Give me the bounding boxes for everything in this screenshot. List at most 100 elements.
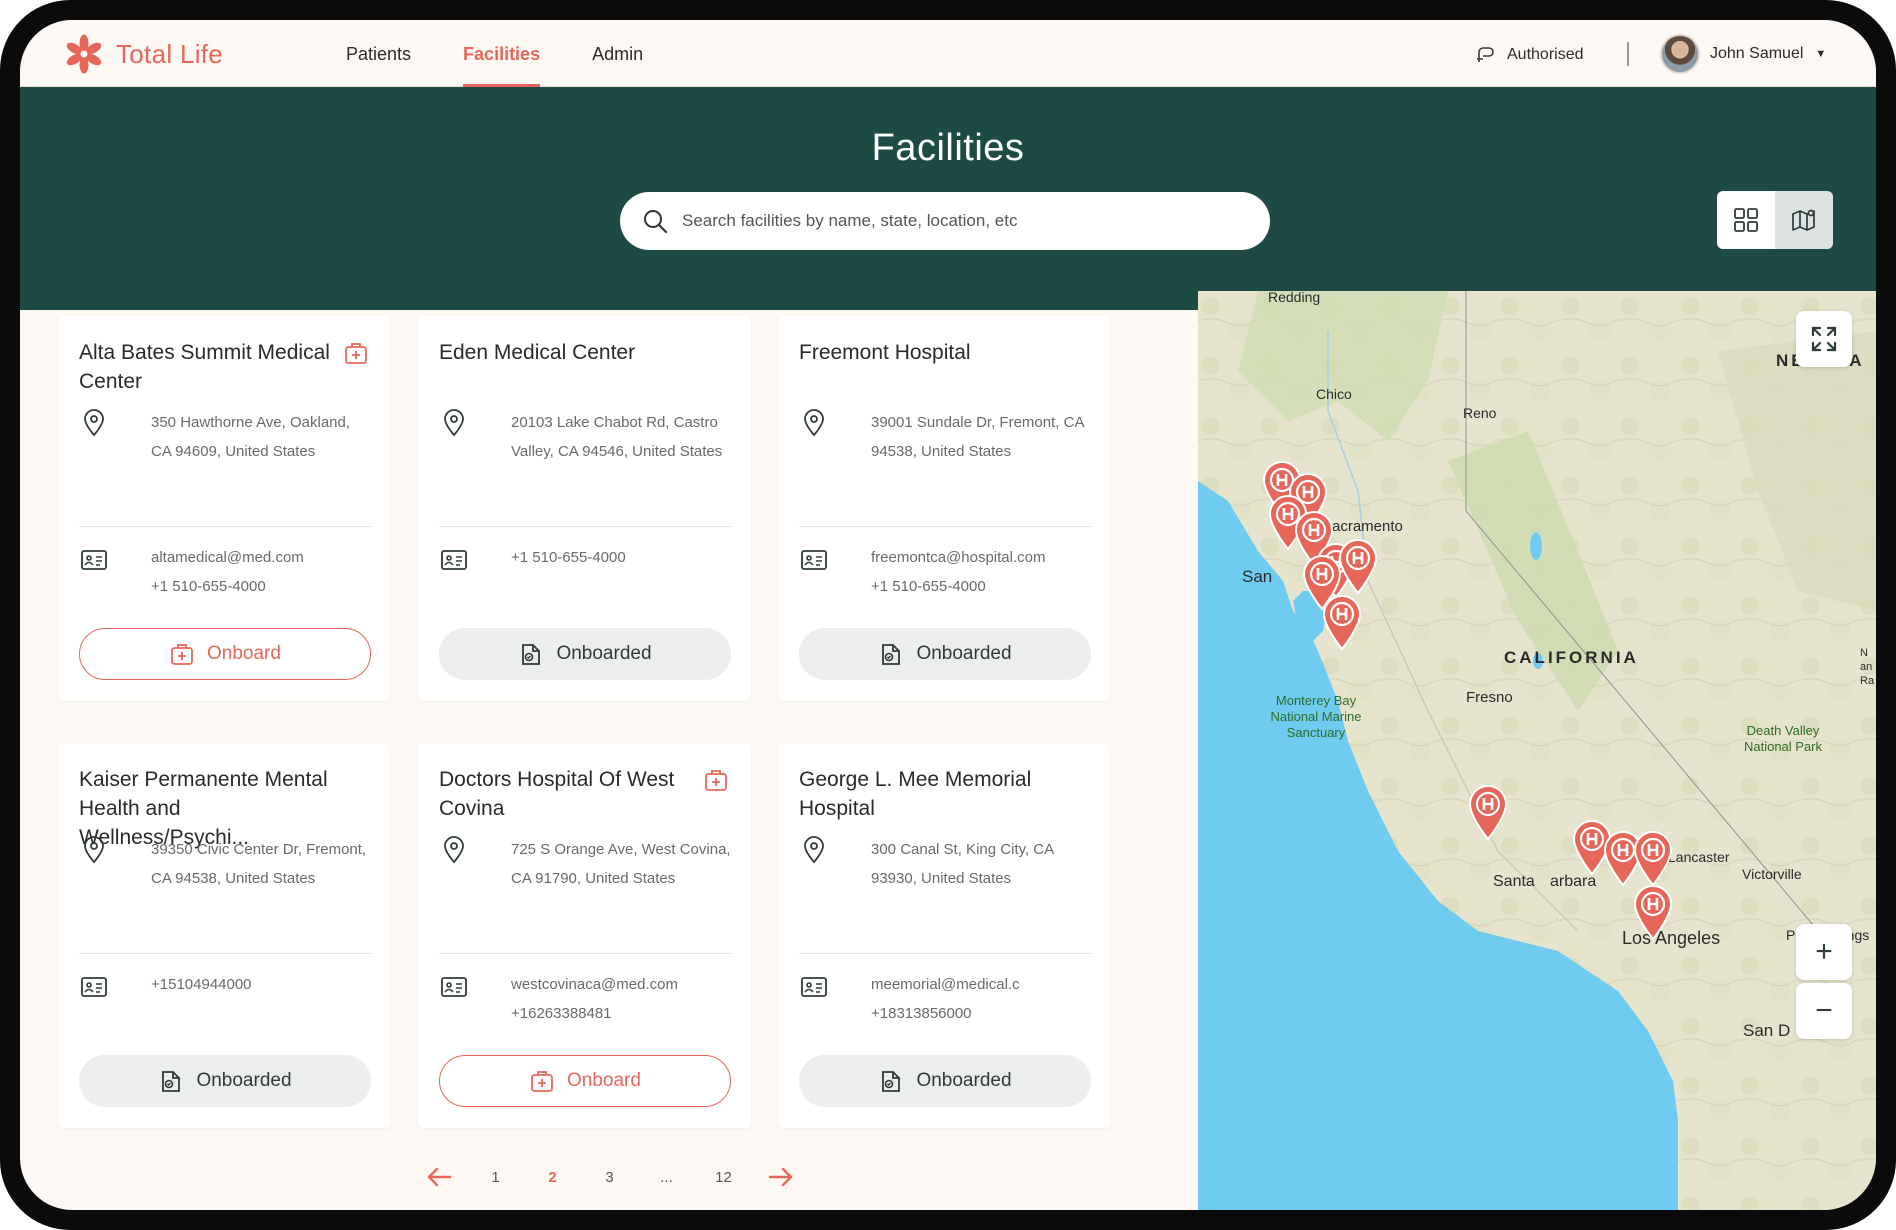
hospital-map-pin-icon[interactable] [1631,829,1675,887]
facility-card[interactable]: Doctors Hospital Of West Covina 725 S Or… [418,743,751,1128]
app-logo[interactable]: Total Life [62,32,223,76]
main-nav: Patients Facilities Admin [320,20,669,87]
expand-icon [1811,326,1837,352]
onboarded-document-icon [522,644,541,665]
map-label-monterey: Monterey Bay National Marine Sanctuary [1270,693,1362,740]
location-icon [439,835,469,865]
search-bar [620,192,1270,250]
page-3[interactable]: 3 [581,1169,638,1186]
onboard-button[interactable]: Onboard [79,628,371,680]
contact-card-icon [441,977,467,997]
card-divider [79,526,371,527]
onboarded-document-icon [162,1071,181,1092]
contact-card-icon [441,550,467,570]
onboard-button[interactable]: Onboard [439,1055,731,1107]
onboarded-button[interactable]: Onboarded [439,628,731,680]
map-label-san-francisco: San [1242,567,1273,586]
onboarded-button[interactable]: Onboarded [79,1055,371,1107]
map-label-chico: Chico [1316,386,1352,402]
facility-contact: freemontca@hospital.com +1 510-655-4000 [871,543,1091,601]
page-12[interactable]: 12 [695,1169,752,1186]
contact-card-icon [81,550,107,570]
nav-admin[interactable]: Admin [566,20,669,87]
grid-view-button[interactable] [1717,191,1775,249]
authorised-icon [1477,47,1494,62]
facility-card[interactable]: Kaiser Permanente Mental Health and Well… [58,743,391,1128]
pagination: 1 2 3 ... 12 [410,1166,809,1188]
medical-bag-icon [529,1068,555,1094]
facility-phone: +16263388481 [511,1005,612,1022]
map-view-button[interactable] [1775,191,1833,249]
zoom-in-button[interactable]: + [1796,924,1852,980]
search-input[interactable] [682,211,1242,231]
nav-patients[interactable]: Patients [320,20,437,87]
card-divider [799,953,1091,954]
button-label: Onboarded [556,643,652,664]
authorised-label: Authorised [1507,46,1584,63]
location-pin-icon [444,409,464,437]
card-divider [799,526,1091,527]
view-toggle [1717,191,1833,249]
nav-facilities[interactable]: Facilities [437,20,566,87]
facility-card[interactable]: Alta Bates Summit Medical Center 350 Haw… [58,316,391,701]
facility-phone: +18313856000 [871,1005,972,1022]
map-label-lancaster: Lancaster [1668,849,1730,865]
facility-card[interactable]: Freemont Hospital 39001 Sundale Dr, Frem… [778,316,1111,701]
facility-phone: +1 510-655-4000 [151,578,266,595]
document-check-icon [878,1068,904,1094]
facilities-map[interactable]: Redding Chico Reno NEVADA Sacramento San… [1198,291,1876,1210]
page-ellipsis: ... [660,1168,673,1186]
map-label-santa-barbara: Santa [1493,873,1535,890]
medical-bag-icon [171,644,193,665]
contact-icon [799,972,829,1002]
contact-card-icon [801,550,827,570]
button-label: Onboard [207,643,281,664]
location-icon [439,408,469,438]
onboarded-document-icon [882,1071,901,1092]
location-pin-icon [84,409,104,437]
medical-bag-icon [531,1071,553,1092]
user-menu[interactable]: John Samuel ▼ [1660,34,1826,74]
facility-address: 39001 Sundale Dr, Fremont, CA 94538, Uni… [871,414,1084,460]
hospital-map-pin-icon[interactable] [1320,593,1364,651]
facility-address: 39350 Civic Center Dr, Fremont, CA 94538… [151,841,367,887]
authorised-status[interactable]: Authorised [1475,44,1584,66]
medical-bag-icon [705,770,727,791]
location-icon [799,408,829,438]
page-2[interactable]: 2 [524,1169,581,1186]
zoom-out-button[interactable]: − [1796,983,1852,1039]
onboarded-button[interactable]: Onboarded [799,628,1091,680]
facility-contact: +15104944000 [151,970,371,999]
facility-phone: +1 510-655-4000 [871,578,986,595]
contact-icon [79,545,109,575]
onboarded-button[interactable]: Onboarded [799,1055,1091,1107]
map-label-reno: Reno [1463,405,1497,421]
map-label-redding: Redding [1268,291,1321,305]
facility-card[interactable]: Eden Medical Center 20103 Lake Chabot Rd… [418,316,751,701]
facility-email: altamedical@med.com [151,549,304,566]
facility-card[interactable]: George L. Mee Memorial Hospital 300 Cana… [778,743,1111,1128]
contact-card-icon [81,977,107,997]
page-1[interactable]: 1 [467,1169,524,1186]
contact-icon [79,972,109,1002]
document-check-icon [878,641,904,667]
flower-logo-icon [66,34,102,74]
user-name: John Samuel [1710,45,1804,62]
facility-address: 350 Hawthorne Ave, Oakland, CA 94609, Un… [151,414,351,460]
map-view-icon [1792,209,1815,231]
onboarded-document-icon [882,644,901,665]
hospital-map-pin-icon[interactable] [1466,783,1510,841]
next-page-button[interactable] [752,1166,809,1188]
map-fullscreen-button[interactable] [1796,311,1852,367]
button-label: Onboard [567,1070,641,1091]
document-check-icon [158,1068,184,1094]
prev-page-button[interactable] [410,1166,467,1188]
hospital-map-pin-icon[interactable] [1631,883,1675,941]
facility-email: freemontca@hospital.com [871,549,1046,566]
card-divider [439,953,731,954]
facility-name: Doctors Hospital Of West Covina [439,768,675,820]
facility-contact: westcovinaca@med.com +16263388481 [511,970,731,1028]
facility-address: 20103 Lake Chabot Rd, Castro Valley, CA … [511,414,723,460]
contact-icon [799,545,829,575]
map-label-california: CALIFORNIA [1504,648,1639,667]
